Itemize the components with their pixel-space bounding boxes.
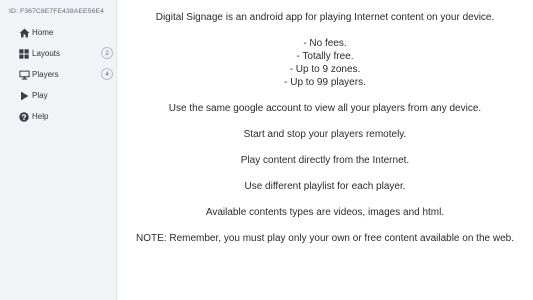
sidebar-item-label: Layouts (32, 49, 61, 58)
feature-item: - Up to 9 zones. (289, 64, 361, 75)
count-badge: 4 (101, 68, 113, 80)
device-id: ID: F367C8E7FE438AEE56E4 (9, 8, 104, 15)
sidebar-item-home[interactable]: Home (0, 22, 117, 43)
info-paragraph: Use different playlist for each player. (244, 181, 406, 192)
info-paragraph: Available contents types are videos, ima… (205, 207, 445, 218)
intro-text: Digital Signage is an android app for pl… (155, 12, 495, 23)
sidebar-item-label: Home (32, 28, 54, 37)
sidebar-nav: Home Layouts 2 Players 4 Play Help (0, 22, 117, 127)
sidebar-item-layouts[interactable]: Layouts 2 (0, 43, 117, 64)
info-paragraph: Use the same google account to view all … (168, 103, 482, 114)
feature-item: - Up to 99 players. (284, 77, 366, 88)
info-paragraph: Start and stop your players remotely. (243, 129, 407, 140)
sidebar-item-play[interactable]: Play (0, 85, 117, 106)
feature-item: - Totally free. (296, 51, 354, 62)
app-window: ID: F367C8E7FE438AEE56E4 Home Layouts 2 … (0, 0, 533, 300)
help-icon (18, 111, 30, 123)
sidebar-item-label: Help (32, 112, 49, 121)
sidebar-item-label: Players (32, 70, 59, 79)
info-paragraph: Play content directly from the Internet. (240, 155, 410, 166)
sidebar-item-players[interactable]: Players 4 (0, 64, 117, 85)
home-icon (18, 27, 30, 39)
play-icon (18, 90, 30, 102)
grid-icon (18, 48, 30, 60)
sidebar-item-label: Play (32, 91, 48, 100)
monitor-icon (18, 69, 30, 81)
sidebar-item-help[interactable]: Help (0, 106, 117, 127)
note-text: NOTE: Remember, you must play only your … (136, 233, 514, 244)
sidebar: ID: F367C8E7FE438AEE56E4 Home Layouts 2 … (0, 0, 117, 300)
count-badge: 2 (101, 47, 113, 59)
main-content: Digital Signage is an android app for pl… (117, 0, 533, 300)
feature-item: - No fees. (303, 38, 347, 49)
